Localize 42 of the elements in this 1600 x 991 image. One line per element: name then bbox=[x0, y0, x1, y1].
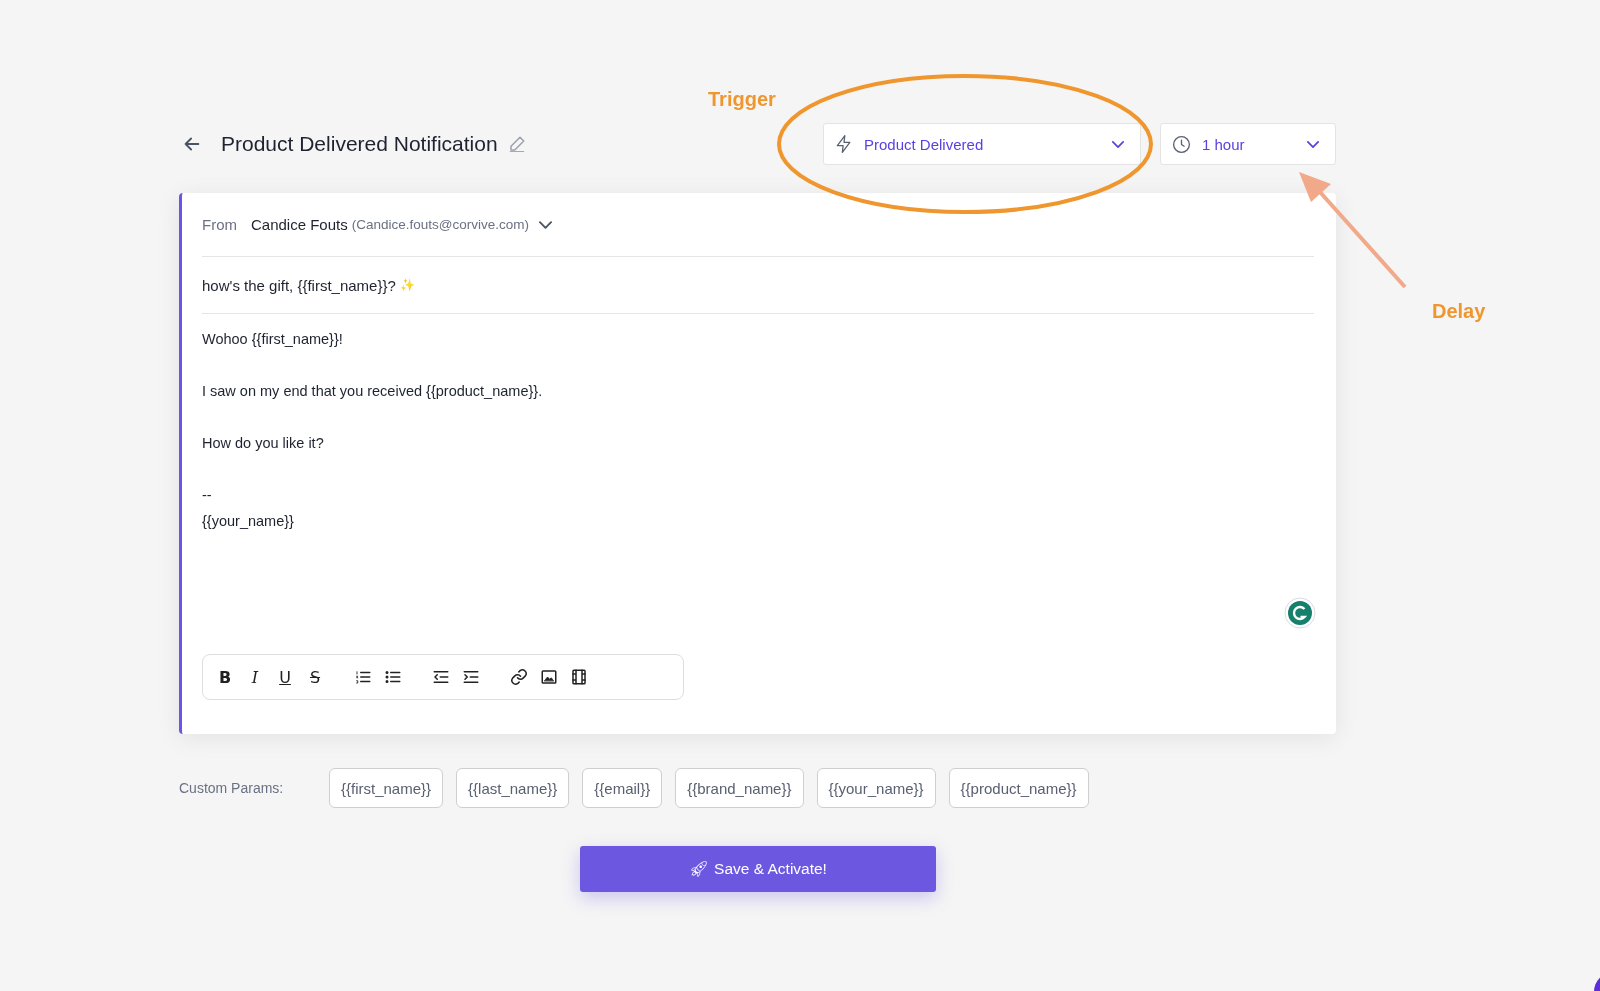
pencil-icon bbox=[507, 135, 526, 153]
trigger-dropdown[interactable]: Product Delivered bbox=[823, 123, 1141, 165]
film-icon bbox=[570, 668, 588, 686]
chevron-down-icon bbox=[1307, 140, 1319, 148]
link-icon bbox=[510, 668, 528, 686]
indent-icon bbox=[462, 668, 480, 686]
grammar-assistant-icon[interactable] bbox=[1284, 597, 1316, 629]
outdent-icon bbox=[432, 668, 450, 686]
numbered-list-icon bbox=[354, 668, 372, 686]
clock-icon bbox=[1171, 133, 1192, 155]
body-text-line: {{your_name}} bbox=[202, 512, 295, 531]
body-text-line: -- bbox=[202, 486, 213, 505]
rocket-emoji: 🚀 bbox=[689, 860, 710, 878]
sender-dropdown[interactable] bbox=[539, 220, 552, 229]
save-activate-button[interactable]: 🚀 Save & Activate! bbox=[580, 846, 936, 892]
sender-name: Candice Fouts bbox=[251, 216, 348, 233]
page-title: Product Delivered Notification bbox=[221, 132, 498, 156]
sender-email: (Candice.fouts@corvive.com) bbox=[351, 217, 529, 232]
param-chip[interactable]: {{product_name}} bbox=[948, 768, 1089, 808]
param-chip[interactable]: {{first_name}} bbox=[329, 768, 444, 808]
chevron-down-icon bbox=[539, 220, 552, 229]
param-chip[interactable]: {{email}} bbox=[582, 768, 663, 808]
italic-button[interactable]: I bbox=[243, 665, 267, 689]
custom-params-label: Custom Params: bbox=[179, 780, 285, 796]
bold-button[interactable]: B bbox=[213, 665, 237, 689]
chevron-down-icon bbox=[1112, 140, 1124, 148]
param-chip[interactable]: {{your_name}} bbox=[816, 768, 936, 808]
param-chip[interactable]: {{last_name}} bbox=[456, 768, 570, 808]
param-chip[interactable]: {{brand_name}} bbox=[675, 768, 804, 808]
body-text-line: I saw on my end that you received {{product_name}}. bbox=[202, 382, 544, 401]
annotation-label: Trigger bbox=[708, 88, 776, 111]
underline-button[interactable]: U bbox=[273, 665, 297, 689]
strike-button[interactable]: S bbox=[303, 665, 327, 689]
subject-line[interactable]: how's the gift, {{first_name}}? bbox=[202, 276, 396, 294]
delay-dropdown[interactable]: 1 hour bbox=[1160, 123, 1336, 165]
body-text-line: How do you like it? bbox=[202, 434, 325, 453]
image-icon bbox=[540, 668, 558, 686]
from-label: From bbox=[202, 216, 237, 233]
annotation-label: Delay bbox=[1432, 300, 1487, 323]
body-text-line: Wohoo {{first_name}}! bbox=[202, 330, 344, 349]
sparkles-emoji: ✨ bbox=[399, 278, 415, 292]
bullet-list-icon bbox=[384, 668, 402, 686]
